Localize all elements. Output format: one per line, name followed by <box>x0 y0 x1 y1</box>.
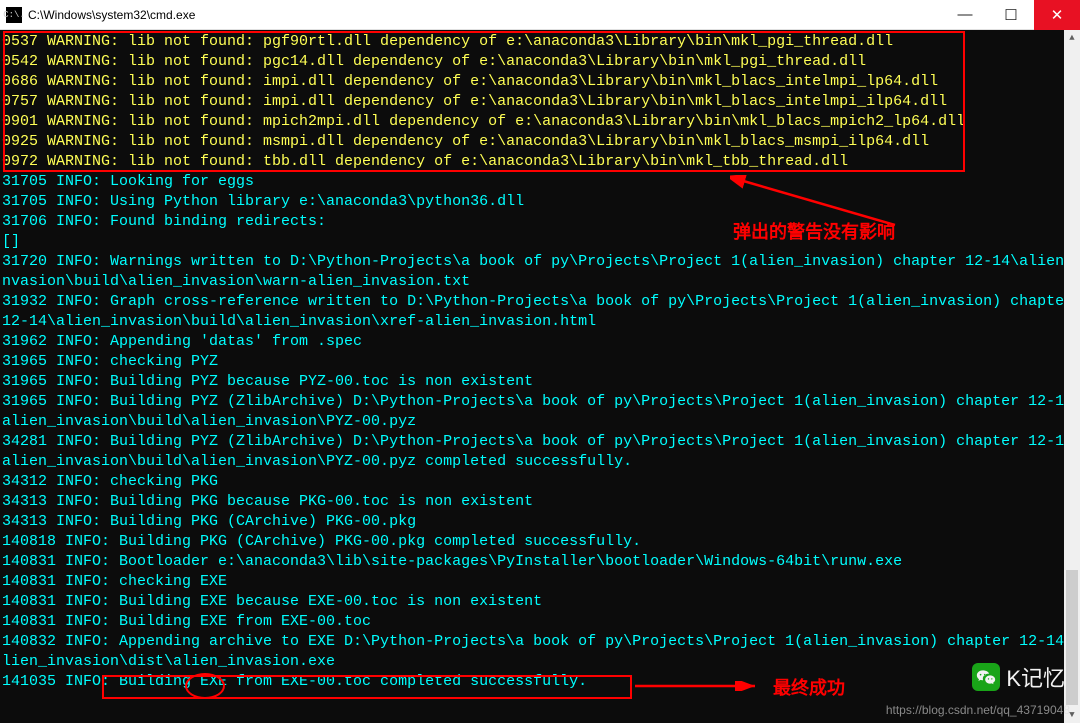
annotation-text-bottom: 最终成功 <box>773 674 845 700</box>
terminal-line: 31965 INFO: Building PYZ because PYZ-00.… <box>2 372 1078 392</box>
cmd-icon: C:\. <box>6 7 22 23</box>
terminal-line: 31705 INFO: Using Python library e:\anac… <box>2 192 1078 212</box>
terminal-line: 140832 INFO: Appending archive to EXE D:… <box>2 632 1078 652</box>
terminal-line: 0542 WARNING: lib not found: pgc14.dll d… <box>2 52 1078 72</box>
window-controls: — ☐ ✕ <box>942 0 1080 30</box>
terminal-line: 12-14\alien_invasion\build\alien_invasio… <box>2 312 1078 332</box>
terminal-line: 0901 WARNING: lib not found: mpich2mpi.d… <box>2 112 1078 132</box>
terminal-line: 140831 INFO: Bootloader e:\anaconda3\lib… <box>2 552 1078 572</box>
terminal-line: 0757 WARNING: lib not found: impi.dll de… <box>2 92 1078 112</box>
scroll-thumb[interactable] <box>1066 570 1078 705</box>
annotation-text-top: 弹出的警告没有影响 <box>733 218 895 244</box>
terminal-line: 34312 INFO: checking PKG <box>2 472 1078 492</box>
terminal-line: 0925 WARNING: lib not found: msmpi.dll d… <box>2 132 1078 152</box>
terminal-line: 140831 INFO: checking EXE <box>2 572 1078 592</box>
terminal-line: [] <box>2 232 1078 252</box>
terminal-line: 31720 INFO: Warnings written to D:\Pytho… <box>2 252 1078 272</box>
terminal-line: nvasion\build\alien_invasion\warn-alien_… <box>2 272 1078 292</box>
close-button[interactable]: ✕ <box>1034 0 1080 30</box>
terminal-line: alien_invasion\build\alien_invasion\PYZ-… <box>2 452 1078 472</box>
terminal-line: 141035 INFO: Building EXE from EXE-00.to… <box>2 672 1078 692</box>
watermark-url: https://blog.csdn.net/qq_43719048 <box>886 703 1070 717</box>
terminal-line: 0537 WARNING: lib not found: pgf90rtl.dl… <box>2 32 1078 52</box>
terminal-line: 34313 INFO: Building PKG because PKG-00.… <box>2 492 1078 512</box>
minimize-button[interactable]: — <box>942 0 988 30</box>
terminal-line: 140818 INFO: Building PKG (CArchive) PKG… <box>2 532 1078 552</box>
terminal-line: 0972 WARNING: lib not found: tbb.dll dep… <box>2 152 1078 172</box>
terminal-line: lien_invasion\dist\alien_invasion.exe <box>2 652 1078 672</box>
scroll-up-arrow[interactable]: ▲ <box>1064 30 1080 46</box>
titlebar-left: C:\. C:\Windows\system32\cmd.exe <box>0 7 195 23</box>
watermark-brand-text: K记忆 <box>1006 661 1065 693</box>
vertical-scrollbar[interactable]: ▲ ▼ <box>1064 30 1080 723</box>
terminal-line: 34281 INFO: Building PYZ (ZlibArchive) D… <box>2 432 1078 452</box>
wechat-icon <box>972 663 1000 691</box>
terminal-line: 31965 INFO: Building PYZ (ZlibArchive) D… <box>2 392 1078 412</box>
terminal-line: 31932 INFO: Graph cross-reference writte… <box>2 292 1078 312</box>
terminal-line: 0686 WARNING: lib not found: impi.dll de… <box>2 72 1078 92</box>
terminal-line: 140831 INFO: Building EXE because EXE-00… <box>2 592 1078 612</box>
terminal-line: 140831 INFO: Building EXE from EXE-00.to… <box>2 612 1078 632</box>
terminal-output[interactable]: 0537 WARNING: lib not found: pgf90rtl.dl… <box>0 30 1080 692</box>
window-title: C:\Windows\system32\cmd.exe <box>28 8 195 22</box>
terminal-line: alien_invasion\build\alien_invasion\PYZ-… <box>2 412 1078 432</box>
terminal-line: 31965 INFO: checking PYZ <box>2 352 1078 372</box>
watermark-brand: K记忆 <box>972 661 1065 693</box>
maximize-button[interactable]: ☐ <box>988 0 1034 30</box>
terminal-line: 34313 INFO: Building PKG (CArchive) PKG-… <box>2 512 1078 532</box>
window-titlebar: C:\. C:\Windows\system32\cmd.exe — ☐ ✕ <box>0 0 1080 30</box>
terminal-line: 31705 INFO: Looking for eggs <box>2 172 1078 192</box>
terminal-line: 31706 INFO: Found binding redirects: <box>2 212 1078 232</box>
terminal-line: 31962 INFO: Appending 'datas' from .spec <box>2 332 1078 352</box>
